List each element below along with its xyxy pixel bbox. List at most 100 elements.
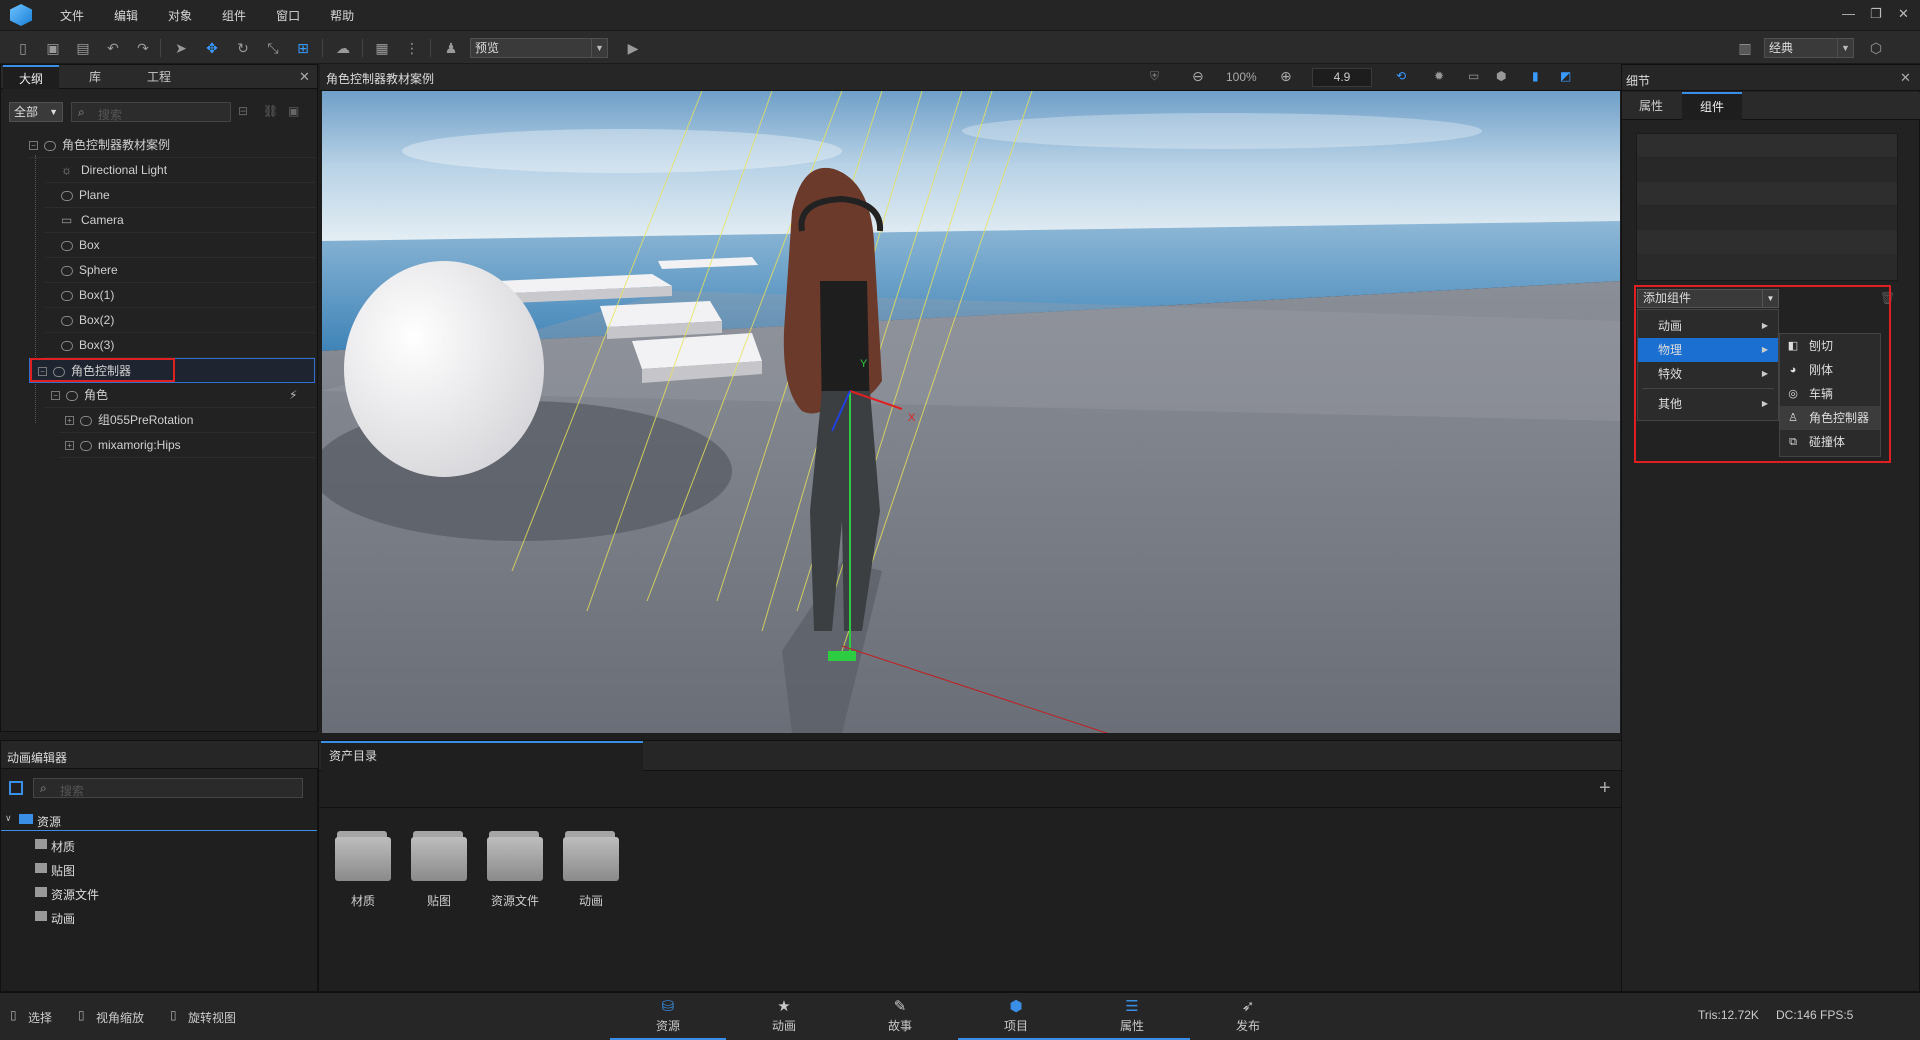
settings-hex-icon[interactable]: ⬡ [1867,39,1885,57]
story-icon: ✎ [893,998,907,1015]
menu-object[interactable]: 对象 [168,7,192,24]
hint-rotate: 旋转视图 [188,1011,237,1025]
expand-icon[interactable]: + [65,441,74,451]
zoom-out-icon[interactable]: ⊖ [1192,68,1204,85]
collapse-all-icon[interactable]: ⊟ [238,104,248,118]
dots-grid-icon[interactable]: ⋮ [403,39,421,57]
nav-properties[interactable]: ☰ 属性 [1074,993,1190,1040]
tree-item-box2[interactable]: Box(2) [45,308,315,333]
redo-icon[interactable]: ↷ [134,39,152,57]
tab-asset-directory[interactable]: 资产目录 [321,741,643,771]
collapse-icon[interactable]: − [51,391,60,401]
mode-select[interactable]: 预览 ▼ [470,38,608,58]
minimize-icon[interactable]: — [1842,6,1855,21]
outline-search[interactable]: ⌕ 搜索 [71,102,231,122]
nav-animation[interactable]: ★ 动画 [726,993,842,1040]
tree-item-camera[interactable]: ▭ Camera [45,208,315,233]
tree-item-plane[interactable]: Plane [45,183,315,208]
shield-icon[interactable]: ⛨ [1150,69,1159,84]
menu-edit[interactable]: 编辑 [114,7,138,24]
tree-root[interactable]: − 角色控制器教材案例 [29,133,315,158]
tab-library[interactable]: 库 [65,65,125,89]
camera-speed-input[interactable]: 4.9 [1312,68,1372,87]
panel-toggle-icon[interactable] [9,781,23,795]
close-icon[interactable]: ✕ [299,69,310,85]
zoom-in-icon[interactable]: ⊕ [1280,68,1292,85]
scale-tool-icon[interactable]: ⤡ [264,39,282,57]
tab-properties[interactable]: 属性 [1626,92,1676,120]
camera-view-icon[interactable]: ▭ [1468,69,1479,83]
play-icon[interactable]: ▶ [624,39,642,57]
close-icon[interactable]: ✕ [1900,70,1911,86]
menu-help[interactable]: 帮助 [330,7,354,24]
tree-item-box3[interactable]: Box(3) [45,333,315,358]
new-file-icon[interactable]: ▯ [14,39,32,57]
search-icon: ⌕ [78,105,85,119]
gradient-icon[interactable]: ◩ [1560,69,1571,83]
save-icon[interactable]: ▣ [44,39,62,57]
layout-select[interactable]: 经典 ▼ [1764,38,1854,58]
lock-view-icon[interactable]: ▮ [1532,69,1539,83]
grid-icon[interactable]: ▦ [373,39,391,57]
menu-file[interactable]: 文件 [60,7,84,24]
snap-icon[interactable]: ☁ [334,39,352,57]
collapse-icon[interactable]: − [29,141,38,151]
folder-label: 动画 [578,894,603,908]
tree-item-resource-files[interactable]: 资源文件 [1,881,317,905]
import-icon[interactable]: ▣ [288,104,299,118]
filter-select[interactable]: 全部 ▼ [9,102,63,122]
tree-item-textures[interactable]: 贴图 [1,857,317,881]
tree-item-box[interactable]: Box [45,233,315,258]
tab-outline[interactable]: 大纲 [3,65,59,89]
tree-item-group[interactable]: + 组055PreRotation [59,408,315,433]
link-icon[interactable]: ⛓ [263,104,278,118]
mesh-icon [61,340,73,351]
tab-components[interactable]: 组件 [1682,92,1742,120]
anim-search[interactable]: ⌕ 搜索 [33,778,303,798]
tree-item-directional-light[interactable]: ☼ Directional Light [45,158,315,183]
folder-materials[interactable] [333,827,393,887]
nav-story[interactable]: ✎ 故事 [842,993,958,1040]
mesh-icon [61,190,73,201]
select-tool-icon[interactable]: ➤ [172,39,190,57]
nav-project[interactable]: ⬢ 项目 [958,993,1074,1040]
project-icon: ⬢ [1009,998,1023,1015]
search-placeholder: 搜索 [60,784,85,798]
tree-item-box1[interactable]: Box(1) [45,283,315,308]
add-icon[interactable]: + [1599,777,1611,800]
save-all-icon[interactable]: ▤ [74,39,92,57]
local-space-icon[interactable]: ⊞ [294,39,312,57]
mesh-icon [80,415,92,426]
nav-publish[interactable]: ➶ 发布 [1190,993,1306,1040]
restore-icon[interactable]: ❐ [1870,6,1882,22]
tree-item-character[interactable]: − 角色 ⚡ [45,383,315,408]
tree-item-animation[interactable]: 动画 [1,905,317,929]
scene-render: Y X [322,91,1620,733]
bottom-bar: ▯ 选择 ▯ 视角缩放 ▯ 旋转视图 ⛁ 资源 ★ 动画 ✎ 故事 ⬢ 项目 ☰ 属性 ➶… [0,992,1920,1040]
layout-icon[interactable]: ▥ [1736,39,1754,57]
character-icon[interactable]: ♟ [442,39,460,57]
cube-icon[interactable]: ⬢ [1496,69,1506,83]
light-icon: ☼ [61,163,72,177]
scene-viewport[interactable]: Y X [322,91,1620,733]
rotate-tool-icon[interactable]: ↻ [234,39,252,57]
details-tabbar: 属性 组件 [1622,92,1920,120]
refresh-view-icon[interactable]: ⟲ [1396,69,1406,83]
menu-window[interactable]: 窗口 [276,7,300,24]
tab-project[interactable]: 工程 [129,65,189,89]
tree-item-sphere[interactable]: Sphere [45,258,315,283]
expand-icon[interactable]: + [65,416,74,426]
sun-icon[interactable]: ✹ [1434,69,1444,83]
move-tool-icon[interactable]: ✥ [203,39,221,57]
folder-resource-files[interactable] [485,827,545,887]
scene-icon [44,140,56,151]
undo-icon[interactable]: ↶ [104,39,122,57]
menu-component[interactable]: 组件 [222,7,246,24]
tree-item-assets-root[interactable]: ∨ 资源 [1,809,317,831]
folder-textures[interactable] [409,827,469,887]
nav-resources[interactable]: ⛁ 资源 [610,993,726,1040]
tree-item-hips[interactable]: + mixamorig:Hips [59,433,315,458]
tree-item-materials[interactable]: 材质 [1,833,317,857]
folder-animation[interactable] [561,827,621,887]
close-window-icon[interactable]: ✕ [1898,6,1909,22]
